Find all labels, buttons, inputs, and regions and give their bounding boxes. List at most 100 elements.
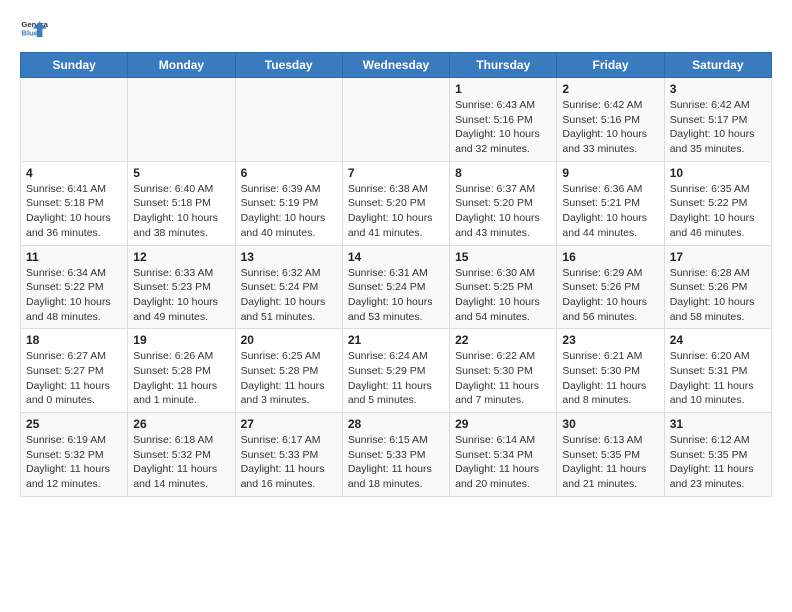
day-info: Sunrise: 6:34 AM Sunset: 5:22 PM Dayligh… (26, 266, 122, 325)
day-info: Sunrise: 6:25 AM Sunset: 5:28 PM Dayligh… (241, 349, 337, 408)
day-info: Sunrise: 6:24 AM Sunset: 5:29 PM Dayligh… (348, 349, 444, 408)
calendar-cell: 26 Sunrise: 6:18 AM Sunset: 5:32 PM Dayli… (128, 413, 235, 497)
calendar-cell: 2Sunrise: 6:42 AM Sunset: 5:16 PM Daylig… (557, 78, 664, 162)
calendar-cell: 20Sunrise: 6:25 AM Sunset: 5:28 PM Dayli… (235, 329, 342, 413)
week-row-3: 11 Sunrise: 6:34 AM Sunset: 5:22 PM Dayli… (21, 245, 772, 329)
day-number: 17 (670, 250, 766, 264)
day-number: 8 (455, 166, 551, 180)
day-info: Sunrise: 6:38 AM Sunset: 5:20 PM Dayligh… (348, 182, 444, 241)
day-number: 19 (133, 333, 229, 347)
page-header: General Blue (20, 16, 772, 48)
week-row-4: 18 Sunrise: 6:27 AM Sunset: 5:27 PM Dayli… (21, 329, 772, 413)
logo: General Blue (20, 16, 52, 44)
day-number: 25 (26, 417, 122, 431)
week-row-5: 25 Sunrise: 6:19 AM Sunset: 5:32 PM Dayli… (21, 413, 772, 497)
day-number: 15 (455, 250, 551, 264)
day-info: Sunrise: 6:39 AM Sunset: 5:19 PM Dayligh… (241, 182, 337, 241)
week-row-1: 1 Sunrise: 6:43 AM Sunset: 5:16 PM Daylig… (21, 78, 772, 162)
day-info: Sunrise: 6:31 AM Sunset: 5:24 PM Dayligh… (348, 266, 444, 325)
calendar-cell: 8 Sunrise: 6:37 AM Sunset: 5:20 PM Daylig… (450, 161, 557, 245)
day-number: 3 (670, 82, 766, 96)
day-info: Sunrise: 6:42 AM Sunset: 5:17 PM Dayligh… (670, 98, 766, 157)
day-info: Sunrise: 6:15 AM Sunset: 5:33 PM Dayligh… (348, 433, 444, 492)
day-info: Sunrise: 6:12 AM Sunset: 5:35 PM Dayligh… (670, 433, 766, 492)
day-number: 9 (562, 166, 658, 180)
weekday-thursday: Thursday (450, 53, 557, 78)
calendar-body: 1 Sunrise: 6:43 AM Sunset: 5:16 PM Daylig… (21, 78, 772, 497)
day-info: Sunrise: 6:37 AM Sunset: 5:20 PM Dayligh… (455, 182, 551, 241)
day-info: Sunrise: 6:17 AM Sunset: 5:33 PM Dayligh… (241, 433, 337, 492)
weekday-monday: Monday (128, 53, 235, 78)
day-number: 27 (241, 417, 337, 431)
day-number: 31 (670, 417, 766, 431)
day-info: Sunrise: 6:28 AM Sunset: 5:26 PM Dayligh… (670, 266, 766, 325)
calendar-table: SundayMondayTuesdayWednesdayThursdayFrid… (20, 52, 772, 497)
day-info: Sunrise: 6:30 AM Sunset: 5:25 PM Dayligh… (455, 266, 551, 325)
calendar-cell: 11 Sunrise: 6:34 AM Sunset: 5:22 PM Dayli… (21, 245, 128, 329)
weekday-friday: Friday (557, 53, 664, 78)
calendar-cell: 24 Sunrise: 6:20 AM Sunset: 5:31 PM Dayli… (664, 329, 771, 413)
calendar-cell: 22Sunrise: 6:22 AM Sunset: 5:30 PM Dayli… (450, 329, 557, 413)
day-number: 18 (26, 333, 122, 347)
calendar-cell: 12Sunrise: 6:33 AM Sunset: 5:23 PM Dayli… (128, 245, 235, 329)
calendar-cell: 31 Sunrise: 6:12 AM Sunset: 5:35 PM Dayli… (664, 413, 771, 497)
weekday-wednesday: Wednesday (342, 53, 449, 78)
calendar-cell: 1 Sunrise: 6:43 AM Sunset: 5:16 PM Daylig… (450, 78, 557, 162)
svg-text:Blue: Blue (21, 29, 38, 38)
day-number: 26 (133, 417, 229, 431)
calendar-cell: 15 Sunrise: 6:30 AM Sunset: 5:25 PM Dayli… (450, 245, 557, 329)
day-info: Sunrise: 6:32 AM Sunset: 5:24 PM Dayligh… (241, 266, 337, 325)
weekday-sunday: Sunday (21, 53, 128, 78)
day-number: 11 (26, 250, 122, 264)
day-info: Sunrise: 6:22 AM Sunset: 5:30 PM Dayligh… (455, 349, 551, 408)
calendar-cell: 23Sunrise: 6:21 AM Sunset: 5:30 PM Dayli… (557, 329, 664, 413)
calendar-header: SundayMondayTuesdayWednesdayThursdayFrid… (21, 53, 772, 78)
week-row-2: 4 Sunrise: 6:41 AM Sunset: 5:18 PM Daylig… (21, 161, 772, 245)
day-number: 7 (348, 166, 444, 180)
day-info: Sunrise: 6:35 AM Sunset: 5:22 PM Dayligh… (670, 182, 766, 241)
day-number: 10 (670, 166, 766, 180)
day-info: Sunrise: 6:43 AM Sunset: 5:16 PM Dayligh… (455, 98, 551, 157)
day-info: Sunrise: 6:41 AM Sunset: 5:18 PM Dayligh… (26, 182, 122, 241)
calendar-cell: 13 Sunrise: 6:32 AM Sunset: 5:24 PM Dayli… (235, 245, 342, 329)
calendar-cell (235, 78, 342, 162)
calendar-cell: 29Sunrise: 6:14 AM Sunset: 5:34 PM Dayli… (450, 413, 557, 497)
calendar-cell: 10 Sunrise: 6:35 AM Sunset: 5:22 PM Dayli… (664, 161, 771, 245)
day-info: Sunrise: 6:26 AM Sunset: 5:28 PM Dayligh… (133, 349, 229, 408)
day-info: Sunrise: 6:18 AM Sunset: 5:32 PM Dayligh… (133, 433, 229, 492)
day-number: 5 (133, 166, 229, 180)
day-info: Sunrise: 6:13 AM Sunset: 5:35 PM Dayligh… (562, 433, 658, 492)
calendar-cell: 19 Sunrise: 6:26 AM Sunset: 5:28 PM Dayli… (128, 329, 235, 413)
day-info: Sunrise: 6:40 AM Sunset: 5:18 PM Dayligh… (133, 182, 229, 241)
calendar-cell: 14 Sunrise: 6:31 AM Sunset: 5:24 PM Dayli… (342, 245, 449, 329)
calendar-cell (21, 78, 128, 162)
day-info: Sunrise: 6:14 AM Sunset: 5:34 PM Dayligh… (455, 433, 551, 492)
day-number: 4 (26, 166, 122, 180)
day-info: Sunrise: 6:21 AM Sunset: 5:30 PM Dayligh… (562, 349, 658, 408)
calendar-cell: 30 Sunrise: 6:13 AM Sunset: 5:35 PM Dayli… (557, 413, 664, 497)
day-number: 2 (562, 82, 658, 96)
calendar-cell (128, 78, 235, 162)
calendar-cell: 3 Sunrise: 6:42 AM Sunset: 5:17 PM Daylig… (664, 78, 771, 162)
calendar-cell: 25 Sunrise: 6:19 AM Sunset: 5:32 PM Dayli… (21, 413, 128, 497)
calendar-cell: 7 Sunrise: 6:38 AM Sunset: 5:20 PM Daylig… (342, 161, 449, 245)
calendar-cell: 18 Sunrise: 6:27 AM Sunset: 5:27 PM Dayli… (21, 329, 128, 413)
day-number: 28 (348, 417, 444, 431)
day-info: Sunrise: 6:20 AM Sunset: 5:31 PM Dayligh… (670, 349, 766, 408)
calendar-cell: 9Sunrise: 6:36 AM Sunset: 5:21 PM Daylig… (557, 161, 664, 245)
day-number: 24 (670, 333, 766, 347)
calendar-cell (342, 78, 449, 162)
day-number: 14 (348, 250, 444, 264)
day-number: 1 (455, 82, 551, 96)
calendar-cell: 5 Sunrise: 6:40 AM Sunset: 5:18 PM Daylig… (128, 161, 235, 245)
day-number: 13 (241, 250, 337, 264)
weekday-saturday: Saturday (664, 53, 771, 78)
weekday-row: SundayMondayTuesdayWednesdayThursdayFrid… (21, 53, 772, 78)
day-info: Sunrise: 6:27 AM Sunset: 5:27 PM Dayligh… (26, 349, 122, 408)
calendar-cell: 28 Sunrise: 6:15 AM Sunset: 5:33 PM Dayli… (342, 413, 449, 497)
day-info: Sunrise: 6:19 AM Sunset: 5:32 PM Dayligh… (26, 433, 122, 492)
calendar-cell: 17 Sunrise: 6:28 AM Sunset: 5:26 PM Dayli… (664, 245, 771, 329)
day-number: 16 (562, 250, 658, 264)
day-number: 30 (562, 417, 658, 431)
day-info: Sunrise: 6:29 AM Sunset: 5:26 PM Dayligh… (562, 266, 658, 325)
